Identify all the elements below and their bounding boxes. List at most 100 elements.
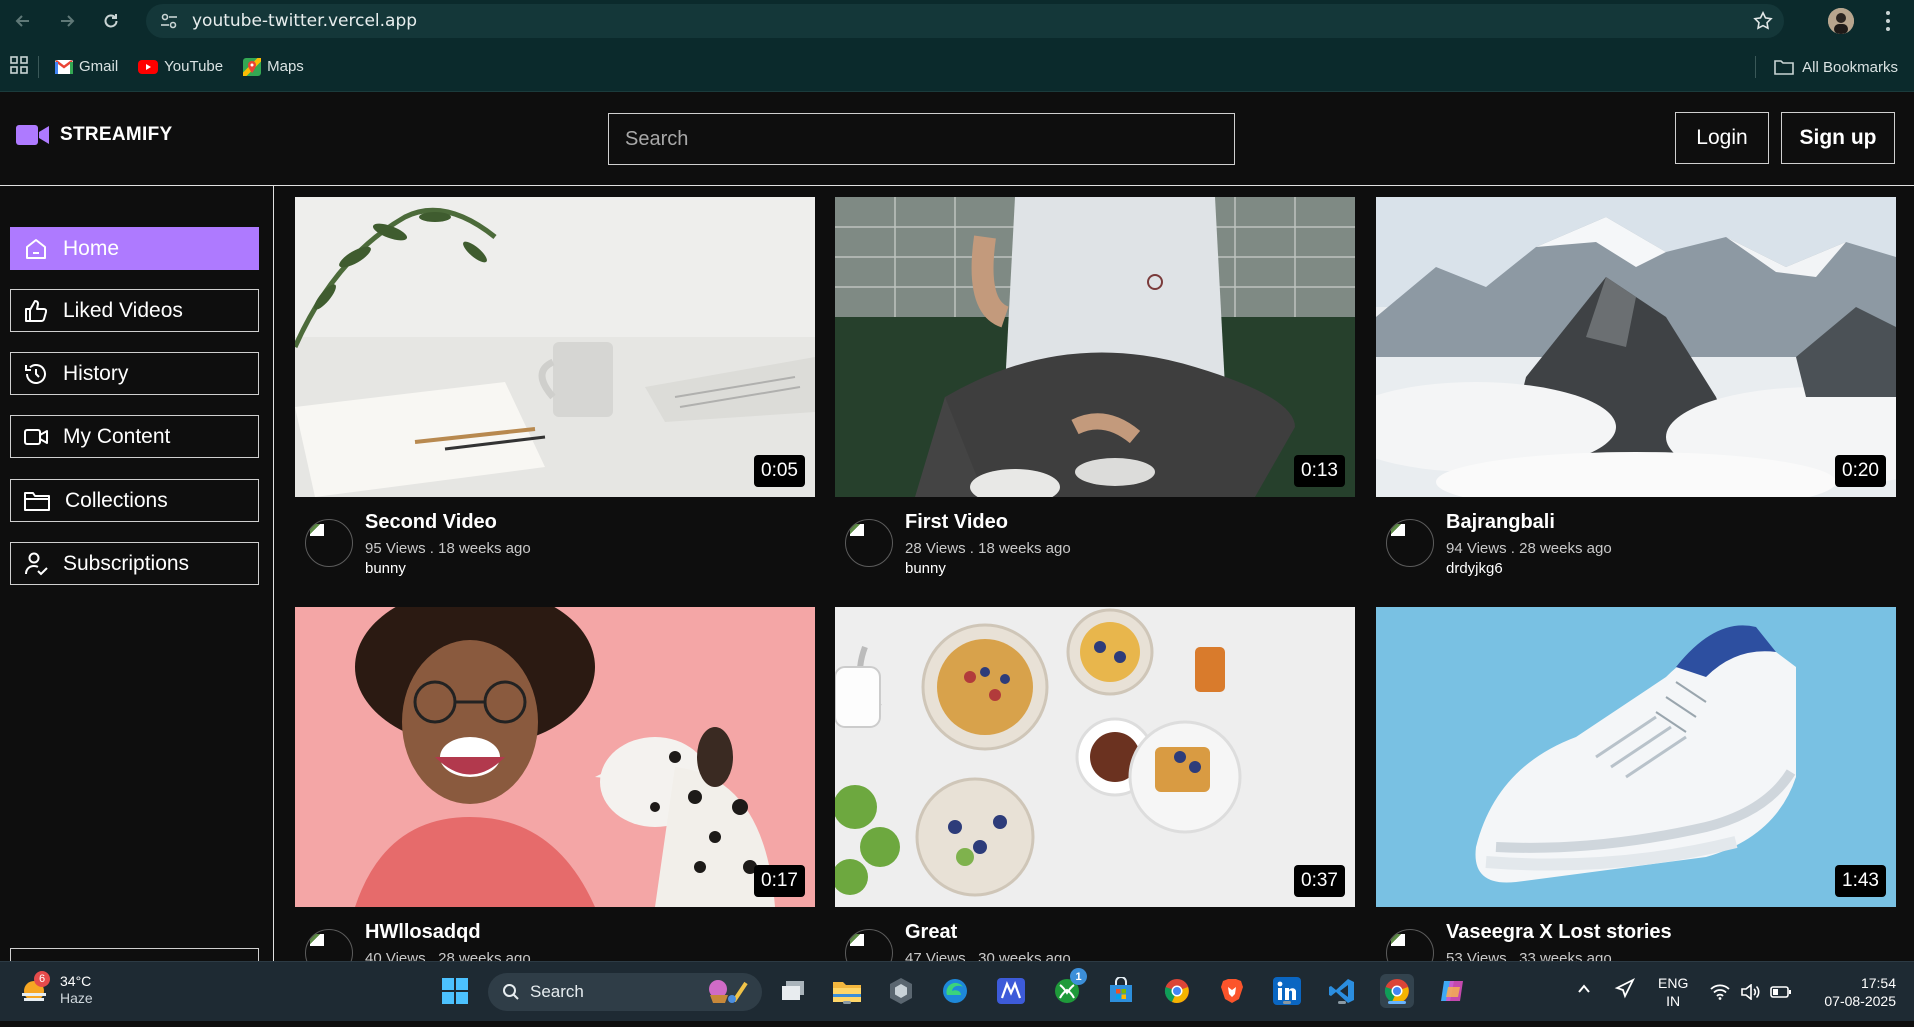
video-camera-icon xyxy=(24,428,48,445)
windows-start-icon[interactable] xyxy=(438,974,472,1008)
taskbar-clock[interactable]: 17:54 07-08-2025 xyxy=(1824,974,1896,1010)
video-stats: 95 Views . 18 weeks ago xyxy=(365,540,531,557)
weather-badge: 6 xyxy=(34,971,50,987)
channel-avatar[interactable] xyxy=(1386,519,1434,567)
tray-overflow-icon[interactable] xyxy=(1576,974,1592,1008)
file-explorer-icon[interactable] xyxy=(830,974,864,1008)
search-highlight-icon xyxy=(702,975,752,1010)
search-input[interactable] xyxy=(608,113,1235,165)
video-title[interactable]: HWllosadqd xyxy=(365,921,481,944)
video-duration: 1:43 xyxy=(1835,865,1886,897)
video-owner[interactable]: drdyjkg6 xyxy=(1446,560,1503,577)
video-card[interactable]: 0:13 First Video 28 Views . 18 weeks ago… xyxy=(835,197,1355,617)
browser-menu-icon[interactable] xyxy=(1878,9,1898,33)
bookmark-star-icon[interactable] xyxy=(1752,10,1774,32)
video-owner[interactable]: bunny xyxy=(905,560,946,577)
weather-sun-icon: 6 xyxy=(18,971,50,1005)
chrome-icon[interactable] xyxy=(1160,974,1194,1008)
sidebar-item-liked-videos[interactable]: Liked Videos xyxy=(10,289,259,332)
login-button[interactable]: Login xyxy=(1675,112,1769,164)
app-header: STREAMIFY Login Sign up xyxy=(0,92,1914,186)
forward-arrow-icon[interactable] xyxy=(52,6,82,36)
history-icon xyxy=(25,363,46,384)
site-settings-icon[interactable] xyxy=(158,10,180,32)
language-indicator[interactable]: ENG IN xyxy=(1658,974,1688,1010)
xbox-badge: 1 xyxy=(1070,968,1087,985)
weather-widget[interactable]: 6 34°C Haze xyxy=(18,971,93,1006)
signup-button[interactable]: Sign up xyxy=(1781,112,1895,164)
url-text[interactable]: youtube-twitter.vercel.app xyxy=(192,11,417,31)
bookmarks-bar: Gmail YouTube Maps All Bookmarks xyxy=(0,42,1914,92)
sidebar-item-home[interactable]: Home xyxy=(10,227,259,270)
video-thumbnail[interactable]: 0:17 xyxy=(295,607,815,907)
video-stats: 28 Views . 18 weeks ago xyxy=(905,540,1071,557)
bookmark-gmail[interactable]: Gmail xyxy=(55,58,118,75)
all-bookmarks[interactable]: All Bookmarks xyxy=(1755,56,1898,78)
brand-logo[interactable]: STREAMIFY xyxy=(16,124,172,146)
vscode-icon[interactable] xyxy=(1325,974,1359,1008)
video-camera-icon xyxy=(16,125,49,145)
wifi-icon xyxy=(1710,984,1730,1000)
volume-icon xyxy=(1741,984,1760,1000)
profile-avatar[interactable] xyxy=(1828,8,1854,34)
sidebar-item-subscriptions[interactable]: Subscriptions xyxy=(10,542,259,585)
search-icon xyxy=(503,984,519,1000)
taskbar: 6 34°C Haze Search 1 ENG IN 17:54 07-08-… xyxy=(0,961,1914,1021)
video-thumbnail[interactable]: 1:43 xyxy=(1376,607,1896,907)
app-m-icon[interactable] xyxy=(994,974,1028,1008)
video-thumbnail[interactable]: 0:20 xyxy=(1376,197,1896,497)
video-title[interactable]: Great xyxy=(905,921,957,944)
home-icon xyxy=(26,238,46,259)
chrome-active-icon[interactable] xyxy=(1380,974,1414,1008)
edge-browser-icon[interactable] xyxy=(938,974,972,1008)
video-duration: 0:05 xyxy=(754,455,805,487)
system-tray[interactable] xyxy=(1710,974,1792,1010)
brave-icon[interactable] xyxy=(1215,974,1249,1008)
video-duration: 0:17 xyxy=(754,865,805,897)
task-view-icon[interactable] xyxy=(776,974,810,1008)
sidebar: Home Liked Videos History My Content Col… xyxy=(0,186,274,968)
youtube-icon xyxy=(138,59,159,74)
gmail-icon xyxy=(55,59,73,74)
channel-avatar[interactable] xyxy=(305,519,353,567)
location-arrow-icon[interactable] xyxy=(1614,974,1636,1008)
linkedin-icon[interactable] xyxy=(1270,974,1304,1008)
weather-condition: Haze xyxy=(60,990,93,1006)
sidebar-item-my-content[interactable]: My Content xyxy=(10,415,259,458)
taskbar-search[interactable]: Search xyxy=(488,973,762,1011)
video-title[interactable]: Vaseegra X Lost stories xyxy=(1446,921,1672,944)
xbox-icon[interactable]: 1 xyxy=(1050,968,1087,1008)
back-arrow-icon[interactable] xyxy=(8,6,38,36)
weather-temp: 34°C xyxy=(60,973,92,989)
video-stats: 94 Views . 28 weeks ago xyxy=(1446,540,1612,557)
video-duration: 0:13 xyxy=(1294,455,1345,487)
video-owner[interactable]: bunny xyxy=(365,560,406,577)
video-title[interactable]: Second Video xyxy=(365,511,497,534)
sidebar-item-history[interactable]: History xyxy=(10,352,259,395)
channel-avatar[interactable] xyxy=(845,519,893,567)
maps-icon xyxy=(243,57,262,76)
video-thumbnail[interactable]: 0:13 xyxy=(835,197,1355,497)
video-thumbnail[interactable]: 0:37 xyxy=(835,607,1355,907)
bookmark-youtube[interactable]: YouTube xyxy=(138,58,223,75)
browser-toolbar: youtube-twitter.vercel.app xyxy=(0,0,1914,42)
folder-icon xyxy=(1774,60,1794,75)
user-check-icon xyxy=(25,552,48,575)
address-bar[interactable]: youtube-twitter.vercel.app xyxy=(146,4,1784,38)
reload-icon[interactable] xyxy=(96,6,126,36)
video-card[interactable]: 0:05 Second Video 95 Views . 18 weeks ag… xyxy=(295,197,815,617)
store-icon[interactable] xyxy=(1104,974,1138,1008)
video-card[interactable]: 0:20 Bajrangbali 94 Views . 28 weeks ago… xyxy=(1376,197,1896,617)
video-duration: 0:37 xyxy=(1294,865,1345,897)
video-title[interactable]: Bajrangbali xyxy=(1446,511,1555,534)
copilot-icon[interactable] xyxy=(1435,974,1469,1008)
video-thumbnail[interactable]: 0:05 xyxy=(295,197,815,497)
video-duration: 0:20 xyxy=(1835,455,1886,487)
sidebar-item-collections[interactable]: Collections xyxy=(10,479,259,522)
bookmark-maps[interactable]: Maps xyxy=(243,57,304,76)
video-title[interactable]: First Video xyxy=(905,511,1008,534)
folder-icon xyxy=(24,491,50,511)
apps-grid-icon[interactable] xyxy=(10,55,28,78)
battery-icon xyxy=(1770,986,1791,998)
app-hexagon-icon[interactable] xyxy=(884,974,918,1008)
